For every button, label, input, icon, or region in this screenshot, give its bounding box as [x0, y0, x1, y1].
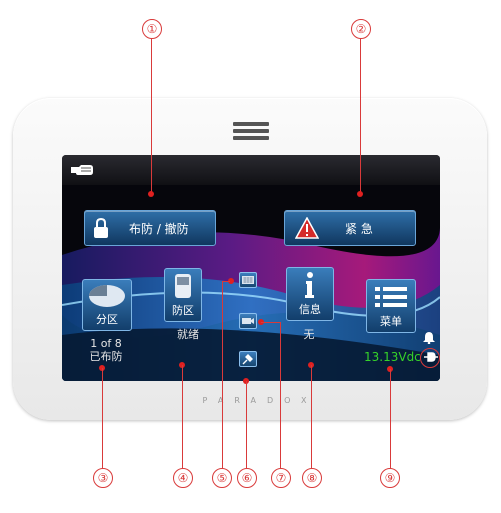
callout-line-4 [182, 365, 183, 468]
speaker-grill [233, 122, 269, 126]
brand-logo: PARADOX [202, 396, 318, 405]
callout-8: ⑧ [302, 468, 322, 488]
info-status: 无 [303, 328, 315, 341]
info-icon [305, 272, 314, 298]
pie-chart-icon [89, 285, 125, 307]
callout-line-9 [390, 369, 391, 468]
callout-line-2 [360, 38, 361, 192]
voltage-readout: 13.13Vdc [364, 350, 421, 364]
area-armed-status: 已布防 [89, 350, 123, 363]
info-tile[interactable]: 信息 [286, 267, 334, 321]
callout-line-7h [261, 322, 280, 323]
callout-6: ⑥ [237, 468, 257, 488]
keyboard-icon[interactable] [239, 272, 257, 288]
keypad-icon [175, 274, 191, 298]
speaker-grill [233, 136, 269, 140]
list-icon [375, 287, 407, 307]
area-tile-label: 分区 [96, 313, 118, 326]
callout-line-5 [222, 281, 223, 468]
speaker-grill [233, 129, 269, 133]
callout-line-6 [246, 381, 247, 468]
callout-line-3 [102, 368, 103, 468]
bell-icon [423, 332, 435, 344]
zone-tile-label: 防区 [172, 304, 194, 317]
power-icon-highlight [420, 348, 440, 368]
zone-status: 就绪 [177, 328, 199, 341]
callout-9: ⑨ [380, 468, 400, 488]
emergency-button[interactable]: 紧 急 [284, 210, 416, 246]
callout-7: ⑦ [271, 468, 291, 488]
callout-line-8 [311, 365, 312, 468]
menu-tile[interactable]: 菜单 [366, 279, 416, 333]
callout-1: ① [142, 19, 162, 39]
callout-dot-1 [148, 191, 154, 197]
zone-tile[interactable]: 防区 [164, 268, 202, 322]
callout-line-7 [280, 322, 281, 468]
area-status: 1 of 8 已布防 [78, 337, 134, 363]
callout-2: ② [351, 19, 371, 39]
pin-icon[interactable] [239, 351, 257, 367]
hand-icon [71, 165, 93, 175]
arm-disarm-button[interactable]: 布防 / 撤防 [84, 210, 216, 246]
callout-3: ③ [93, 468, 113, 488]
callout-line-5h [222, 281, 230, 282]
menu-tile-label: 菜单 [380, 315, 402, 328]
status-bar [62, 155, 440, 185]
pin-icon [242, 354, 253, 365]
touch-screen: 布防 / 撤防 紧 急 分区 1 of 8 已布防 防区 就绪 信息 无 菜单 … [62, 155, 440, 381]
callout-line-1 [151, 38, 152, 192]
area-tile[interactable]: 分区 [82, 279, 132, 331]
callout-dot-2 [357, 191, 363, 197]
info-tile-label: 信息 [299, 303, 321, 316]
area-count: 1 of 8 [90, 337, 122, 350]
emergency-label: 紧 急 [345, 222, 373, 236]
lock-icon [94, 217, 108, 238]
callout-4: ④ [173, 468, 193, 488]
keyboard-icon [242, 276, 254, 284]
camera-icon [242, 318, 254, 324]
warning-icon [295, 217, 319, 239]
callout-5: ⑤ [212, 468, 232, 488]
arm-disarm-label: 布防 / 撤防 [129, 222, 189, 236]
camera-icon[interactable] [239, 313, 257, 329]
